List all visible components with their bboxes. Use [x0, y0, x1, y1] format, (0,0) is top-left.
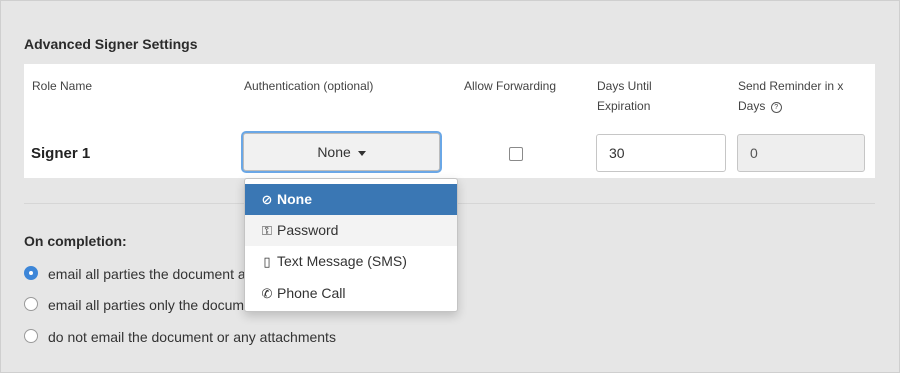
phone-sms-icon: ▯	[263, 254, 271, 269]
radio-button[interactable]	[24, 329, 38, 343]
header-reminder-line2: Days ?	[738, 96, 843, 116]
header-reminder-days: Days	[738, 99, 766, 113]
auth-option-phone-call[interactable]: ✆ Phone Call	[245, 278, 457, 309]
auth-option-none[interactable]: ⊘ None	[245, 184, 457, 215]
caret-down-icon	[357, 150, 366, 156]
radio-button[interactable]	[24, 297, 38, 311]
header-role-name: Role Name	[32, 79, 93, 93]
auth-option-label: Phone Call	[277, 285, 346, 301]
help-icon[interactable]: ?	[770, 102, 782, 113]
phone-call-icon: ✆	[261, 286, 273, 301]
auth-option-label: Text Message (SMS)	[277, 253, 407, 269]
section-title: Advanced Signer Settings	[24, 36, 198, 52]
auth-option-label: None	[277, 191, 312, 207]
authentication-dropdown-button[interactable]: None	[243, 133, 440, 171]
radio-button-checked[interactable]	[24, 266, 38, 280]
header-days-until-expiration: Days Until Expiration	[597, 76, 652, 116]
allow-forwarding-checkbox[interactable]	[509, 147, 523, 161]
on-completion-title: On completion:	[24, 233, 127, 249]
completion-option-label: email all parties only the document	[48, 297, 264, 313]
auth-option-password[interactable]: ⚿ Password	[245, 215, 457, 246]
header-send-reminder: Send Reminder in x Days ?	[738, 76, 843, 116]
send-reminder-input[interactable]: 0	[737, 134, 865, 172]
header-allow-forwarding: Allow Forwarding	[464, 79, 557, 93]
header-reminder-line1: Send Reminder in x	[738, 79, 844, 93]
header-authentication: Authentication (optional)	[244, 79, 374, 93]
completion-option-label: do not email the document or any attachm…	[48, 329, 336, 345]
authentication-selected-value: None	[317, 144, 351, 160]
key-icon: ⚿	[262, 223, 272, 238]
auth-option-label: Password	[277, 222, 339, 238]
header-days-line2: Expiration	[597, 99, 651, 113]
header-days-line1: Days Until	[597, 79, 652, 93]
none-icon: ⊘	[261, 192, 273, 207]
authentication-dropdown-menu: ⊘ None ⚿ Password ▯ Text Message (SMS) ✆ Pho…	[244, 178, 458, 312]
signer-role-name: Signer 1	[31, 145, 91, 162]
days-until-expiration-input[interactable]: 30	[596, 134, 726, 172]
auth-option-sms[interactable]: ▯ Text Message (SMS)	[245, 246, 457, 277]
